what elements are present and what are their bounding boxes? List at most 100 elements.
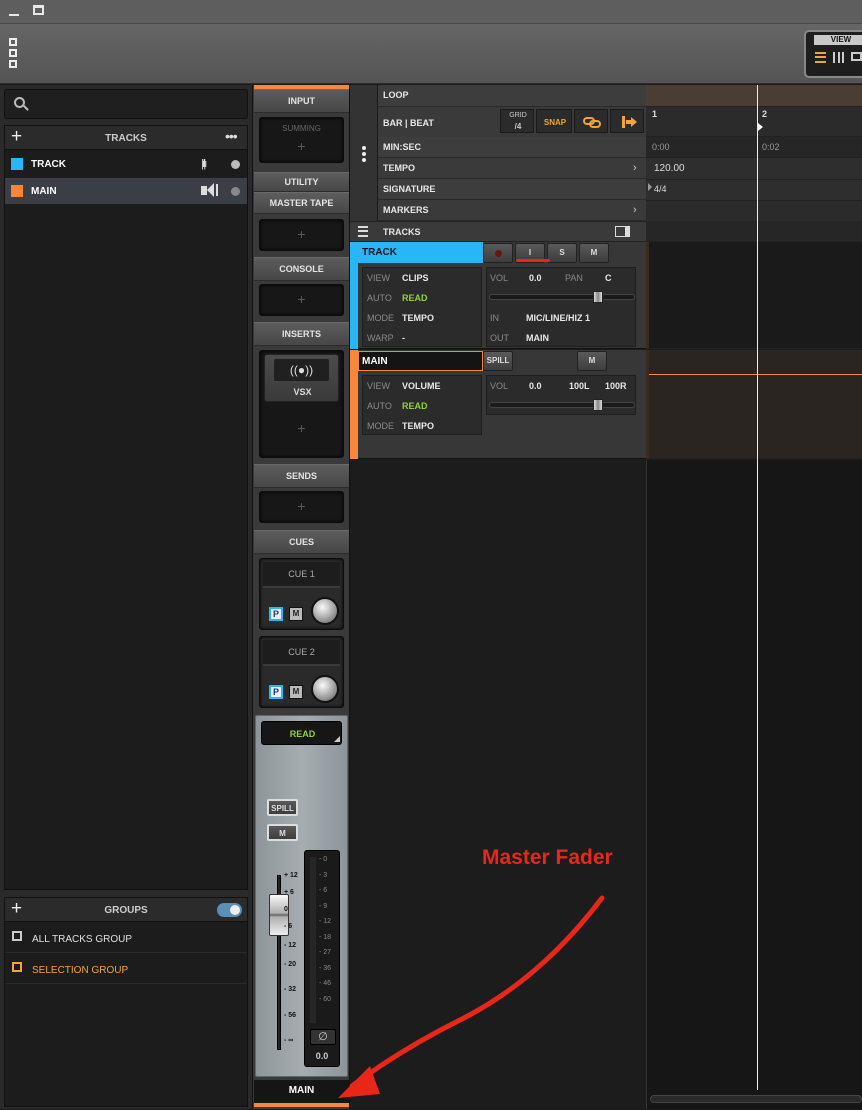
cue-mute-button[interactable]: M <box>289 607 303 621</box>
groups-toggle[interactable] <box>217 903 242 917</box>
tempo-value[interactable]: 120.00 <box>654 163 685 174</box>
vol-label: VOL <box>490 381 509 391</box>
vol-value[interactable]: 0.0 <box>529 273 542 283</box>
mute-button[interactable]: M <box>577 351 607 371</box>
markers-label: MARKERS <box>383 205 429 215</box>
summing-slot[interactable]: SUMMING + <box>259 117 344 163</box>
bar-number: 1 <box>652 109 658 119</box>
list-view-icon[interactable] <box>815 52 826 63</box>
track-name: MAIN <box>31 186 57 197</box>
track-width-icon[interactable] <box>615 226 630 237</box>
track-mix-box: VOL 0.0 100L 100R <box>486 375 636 415</box>
fader-scale-tick: 0 <box>284 906 288 913</box>
track-status-dot[interactable] <box>231 160 240 169</box>
maximize-icon[interactable] <box>33 5 44 15</box>
search-box[interactable] <box>4 89 248 119</box>
horizontal-scrollbar[interactable] <box>650 1095 862 1103</box>
markers-row[interactable]: MARKERS › <box>378 200 646 221</box>
mute-button[interactable]: M <box>267 824 298 841</box>
track-name: TRACK <box>31 159 66 170</box>
tracks-list-panel: + TRACKS ••• TRACK |ıl|ı MAIN <box>4 125 248 890</box>
loop-ruler[interactable] <box>646 85 862 107</box>
list-item[interactable]: MAIN <box>5 178 247 204</box>
cue-level-knob[interactable] <box>311 597 339 625</box>
cue-pre-button[interactable]: P <box>269 607 283 621</box>
vsx-plugin[interactable]: ((●)) VSX <box>264 354 339 402</box>
mode-value[interactable]: TEMPO <box>402 421 434 431</box>
master-tape-section-header: MASTER TAPE <box>254 192 349 214</box>
snap-button[interactable]: SNAP <box>536 109 572 133</box>
cue-level-knob[interactable] <box>311 675 339 703</box>
output-value[interactable]: MAIN <box>526 333 549 343</box>
monitor-view-icon[interactable] <box>851 52 862 61</box>
console-slot[interactable]: + <box>259 284 344 316</box>
tempo-label: TEMPO <box>383 163 416 173</box>
record-arm-button[interactable] <box>483 243 513 263</box>
tempo-row[interactable]: TEMPO › <box>378 158 646 179</box>
cue-pre-button[interactable]: P <box>269 685 283 699</box>
tracks-collapse-icon[interactable] <box>358 226 368 237</box>
auto-value[interactable]: READ <box>402 401 428 411</box>
view-value[interactable]: CLIPS <box>402 273 429 283</box>
toolbar: VIEW <box>0 24 862 84</box>
link-button[interactable] <box>574 109 608 133</box>
pan-value[interactable]: C <box>605 273 612 283</box>
auto-label: AUTO <box>367 293 392 303</box>
cue-mute-button[interactable]: M <box>289 685 303 699</box>
vol-value[interactable]: 0.0 <box>529 381 542 391</box>
grid-select[interactable]: GRID /4 <box>500 109 534 133</box>
track-header-main: MAIN SPILL M VIEW VOLUME AUTO READ MODE … <box>350 350 646 459</box>
master-tape-slot[interactable]: + <box>259 219 344 251</box>
group-icon <box>12 962 22 972</box>
playhead-line[interactable] <box>757 85 758 1090</box>
rulers-menu-icon[interactable] <box>350 85 378 221</box>
meter-scale-tick: - 9 <box>319 902 328 910</box>
mixer-view-icon[interactable] <box>833 52 844 63</box>
search-input[interactable] <box>33 95 233 113</box>
sends-slot[interactable]: + <box>259 491 344 523</box>
follow-playhead-button[interactable] <box>610 109 644 133</box>
volume-slider-handle[interactable] <box>593 399 603 411</box>
volume-slider[interactable] <box>489 402 635 408</box>
track-status-dot[interactable] <box>231 187 240 196</box>
playhead-marker-icon[interactable] <box>758 123 763 131</box>
volume-slider[interactable] <box>489 294 635 300</box>
track-name-field[interactable]: MAIN <box>358 351 483 371</box>
volume-slider-handle[interactable] <box>593 291 603 303</box>
group-name: SELECTION GROUP <box>32 965 129 976</box>
input-value[interactable]: MIC/LINE/HIZ 1 <box>526 313 590 323</box>
signature-value[interactable]: 4/4 <box>654 184 667 194</box>
list-item[interactable]: ALL TRACKS GROUP <box>5 923 247 953</box>
automation-mode-select[interactable]: READ <box>261 721 342 745</box>
fader-scale-tick: - ∞ <box>284 1037 294 1044</box>
track-name-field[interactable]: TRACK <box>358 242 483 263</box>
list-item[interactable]: TRACK |ıl|ı <box>5 151 247 177</box>
dropdown-corner-icon <box>334 736 340 742</box>
add-plugin-icon[interactable]: + <box>260 420 343 436</box>
menu-icon[interactable] <box>9 38 18 70</box>
cue-1-label[interactable]: CUE 1 <box>263 562 340 588</box>
spill-button[interactable]: SPILL <box>267 799 298 816</box>
mode-value[interactable]: TEMPO <box>402 313 434 323</box>
bar-ruler[interactable]: 1 2 <box>646 107 862 137</box>
solo-button[interactable]: S <box>547 243 577 263</box>
list-item[interactable]: SELECTION GROUP <box>5 954 247 984</box>
pan-right-value[interactable]: 100R <box>605 381 627 391</box>
view-value[interactable]: VOLUME <box>402 381 441 391</box>
add-plugin-icon[interactable]: + <box>260 498 343 514</box>
annotation-label: Master Fader <box>482 846 613 869</box>
more-options-icon[interactable]: ••• <box>225 128 238 144</box>
add-plugin-icon[interactable]: + <box>260 138 343 154</box>
add-plugin-icon[interactable]: + <box>260 226 343 242</box>
spill-button[interactable]: SPILL <box>483 351 513 371</box>
volume-automation-line[interactable] <box>649 374 862 375</box>
warp-value[interactable]: - <box>402 333 405 343</box>
cue-2-label[interactable]: CUE 2 <box>263 640 340 666</box>
add-plugin-icon[interactable]: + <box>260 291 343 307</box>
auto-value[interactable]: READ <box>402 293 428 303</box>
pan-left-value[interactable]: 100L <box>569 381 590 391</box>
inserts-section-header: INSERTS <box>254 322 349 346</box>
markers-lane <box>646 200 862 221</box>
minimize-icon[interactable] <box>9 7 19 16</box>
mute-button[interactable]: M <box>579 243 609 263</box>
